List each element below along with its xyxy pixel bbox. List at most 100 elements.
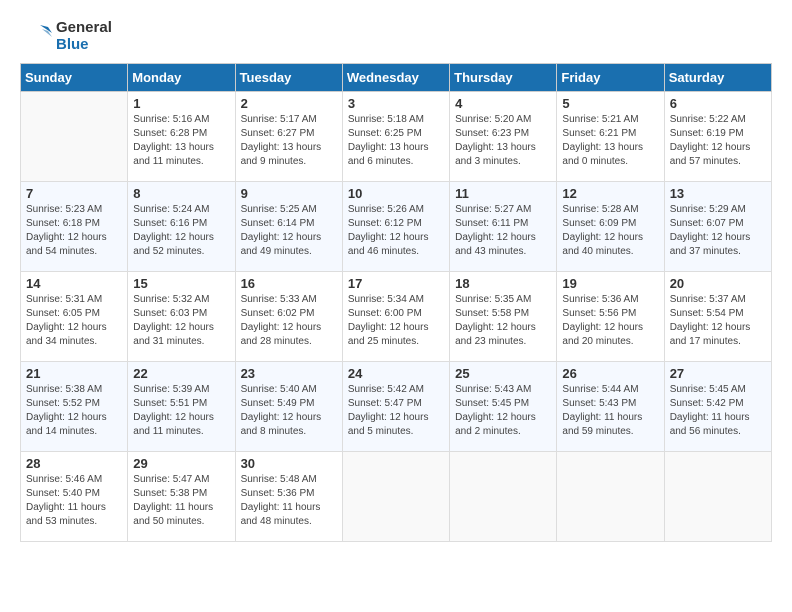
day-number: 9 — [241, 186, 337, 201]
day-info: Sunrise: 5:21 AM Sunset: 6:21 PM Dayligh… — [562, 113, 658, 169]
calendar-cell: 6Sunrise: 5:22 AM Sunset: 6:19 PM Daylig… — [664, 92, 771, 182]
day-number: 1 — [133, 96, 229, 111]
day-info: Sunrise: 5:45 AM Sunset: 5:42 PM Dayligh… — [670, 383, 766, 439]
calendar-cell — [557, 452, 664, 542]
calendar-cell: 2 Sunrise: 5:17 AM Sunset: 6:27 PM Daylig… — [235, 92, 342, 182]
logo-bird-icon — [20, 21, 52, 53]
day-info: Sunrise: 5:31 AM Sunset: 6:05 PM Dayligh… — [26, 293, 122, 349]
calendar-cell: 13 Sunrise: 5:29 AM Sunset: 6:07 PM Dayli… — [664, 182, 771, 272]
day-info: Sunrise: 5:20 AM Sunset: 6:23 PM Dayligh… — [455, 113, 551, 169]
calendar-cell: 8Sunrise: 5:24 AM Sunset: 6:16 PM Daylig… — [128, 182, 235, 272]
day-number: 14 — [26, 276, 122, 291]
day-number: 5 — [562, 96, 658, 111]
calendar-cell: 15 Sunrise: 5:32 AM Sunset: 6:03 PM Dayli… — [128, 272, 235, 362]
logo: General Blue — [20, 20, 112, 53]
day-number: 8 — [133, 186, 229, 201]
day-info: Sunrise: 5:42 AM Sunset: 5:47 PM Dayligh… — [348, 383, 444, 439]
calendar-cell: 17Sunrise: 5:34 AM Sunset: 6:00 PM Dayli… — [342, 272, 449, 362]
day-number: 19 — [562, 276, 658, 291]
day-info: Sunrise: 5:28 AM Sunset: 6:09 PM Dayligh… — [562, 203, 658, 259]
day-info: Sunrise: 5:40 AM Sunset: 5:49 PM Dayligh… — [241, 383, 337, 439]
day-info: Sunrise: 5:32 AM Sunset: 6:03 PM Dayligh… — [133, 293, 229, 349]
calendar-week-row: 1 Sunrise: 5:16 AM Sunset: 6:28 PM Daylig… — [21, 92, 772, 182]
day-number: 27 — [670, 366, 766, 381]
calendar-cell — [664, 452, 771, 542]
day-info: Sunrise: 5:26 AM Sunset: 6:12 PM Dayligh… — [348, 203, 444, 259]
calendar-week-row: 21 Sunrise: 5:38 AM Sunset: 5:52 PM Dayli… — [21, 362, 772, 452]
calendar-cell: 21 Sunrise: 5:38 AM Sunset: 5:52 PM Dayli… — [21, 362, 128, 452]
day-info: Sunrise: 5:46 AM Sunset: 5:40 PM Dayligh… — [26, 473, 122, 529]
day-info: Sunrise: 5:43 AM Sunset: 5:45 PM Dayligh… — [455, 383, 551, 439]
logo-text-general: General — [56, 20, 112, 37]
day-number: 13 — [670, 186, 766, 201]
calendar-cell: 20 Sunrise: 5:37 AM Sunset: 5:54 PM Dayli… — [664, 272, 771, 362]
header-sunday: Sunday — [21, 64, 128, 92]
calendar-cell: 30 Sunrise: 5:48 AM Sunset: 5:36 PM Dayli… — [235, 452, 342, 542]
calendar-week-row: 14 Sunrise: 5:31 AM Sunset: 6:05 PM Dayli… — [21, 272, 772, 362]
day-number: 30 — [241, 456, 337, 471]
day-number: 3 — [348, 96, 444, 111]
header-thursday: Thursday — [450, 64, 557, 92]
header-friday: Friday — [557, 64, 664, 92]
logo-container: General Blue — [20, 20, 112, 53]
calendar-week-row: 28 Sunrise: 5:46 AM Sunset: 5:40 PM Dayli… — [21, 452, 772, 542]
day-number: 20 — [670, 276, 766, 291]
calendar-cell — [342, 452, 449, 542]
day-info: Sunrise: 5:17 AM Sunset: 6:27 PM Dayligh… — [241, 113, 337, 169]
day-info: Sunrise: 5:18 AM Sunset: 6:25 PM Dayligh… — [348, 113, 444, 169]
day-number: 4 — [455, 96, 551, 111]
day-number: 7 — [26, 186, 122, 201]
header-monday: Monday — [128, 64, 235, 92]
calendar-cell: 18 Sunrise: 5:35 AM Sunset: 5:58 PM Dayli… — [450, 272, 557, 362]
calendar-cell: 11 Sunrise: 5:27 AM Sunset: 6:11 PM Dayli… — [450, 182, 557, 272]
header-tuesday: Tuesday — [235, 64, 342, 92]
logo-text-blue: Blue — [56, 37, 112, 54]
day-info: Sunrise: 5:48 AM Sunset: 5:36 PM Dayligh… — [241, 473, 337, 529]
day-number: 24 — [348, 366, 444, 381]
day-info: Sunrise: 5:35 AM Sunset: 5:58 PM Dayligh… — [455, 293, 551, 349]
calendar-cell: 16Sunrise: 5:33 AM Sunset: 6:02 PM Dayli… — [235, 272, 342, 362]
calendar-cell: 5 Sunrise: 5:21 AM Sunset: 6:21 PM Daylig… — [557, 92, 664, 182]
calendar-cell: 26Sunrise: 5:44 AM Sunset: 5:43 PM Dayli… — [557, 362, 664, 452]
calendar-cell: 25 Sunrise: 5:43 AM Sunset: 5:45 PM Dayli… — [450, 362, 557, 452]
calendar-cell: 24 Sunrise: 5:42 AM Sunset: 5:47 PM Dayli… — [342, 362, 449, 452]
day-info: Sunrise: 5:39 AM Sunset: 5:51 PM Dayligh… — [133, 383, 229, 439]
day-number: 12 — [562, 186, 658, 201]
day-number: 21 — [26, 366, 122, 381]
day-info: Sunrise: 5:47 AM Sunset: 5:38 PM Dayligh… — [133, 473, 229, 529]
calendar-cell: 23 Sunrise: 5:40 AM Sunset: 5:49 PM Dayli… — [235, 362, 342, 452]
page-header: General Blue — [20, 20, 772, 53]
calendar-cell: 4 Sunrise: 5:20 AM Sunset: 6:23 PM Daylig… — [450, 92, 557, 182]
day-info: Sunrise: 5:37 AM Sunset: 5:54 PM Dayligh… — [670, 293, 766, 349]
calendar-table: SundayMondayTuesdayWednesdayThursdayFrid… — [20, 63, 772, 542]
day-number: 23 — [241, 366, 337, 381]
calendar-cell: 28 Sunrise: 5:46 AM Sunset: 5:40 PM Dayli… — [21, 452, 128, 542]
day-number: 29 — [133, 456, 229, 471]
calendar-cell: 27 Sunrise: 5:45 AM Sunset: 5:42 PM Dayli… — [664, 362, 771, 452]
calendar-cell — [450, 452, 557, 542]
day-info: Sunrise: 5:38 AM Sunset: 5:52 PM Dayligh… — [26, 383, 122, 439]
calendar-cell: 14 Sunrise: 5:31 AM Sunset: 6:05 PM Dayli… — [21, 272, 128, 362]
calendar-cell: 7 Sunrise: 5:23 AM Sunset: 6:18 PM Daylig… — [21, 182, 128, 272]
day-number: 22 — [133, 366, 229, 381]
calendar-cell: 1 Sunrise: 5:16 AM Sunset: 6:28 PM Daylig… — [128, 92, 235, 182]
calendar-cell — [21, 92, 128, 182]
day-info: Sunrise: 5:36 AM Sunset: 5:56 PM Dayligh… — [562, 293, 658, 349]
calendar-cell: 9 Sunrise: 5:25 AM Sunset: 6:14 PM Daylig… — [235, 182, 342, 272]
day-info: Sunrise: 5:25 AM Sunset: 6:14 PM Dayligh… — [241, 203, 337, 259]
day-number: 16 — [241, 276, 337, 291]
day-info: Sunrise: 5:16 AM Sunset: 6:28 PM Dayligh… — [133, 113, 229, 169]
day-number: 28 — [26, 456, 122, 471]
calendar-cell: 29 Sunrise: 5:47 AM Sunset: 5:38 PM Dayli… — [128, 452, 235, 542]
day-number: 18 — [455, 276, 551, 291]
day-number: 11 — [455, 186, 551, 201]
day-number: 25 — [455, 366, 551, 381]
day-info: Sunrise: 5:29 AM Sunset: 6:07 PM Dayligh… — [670, 203, 766, 259]
day-number: 2 — [241, 96, 337, 111]
calendar-cell: 22 Sunrise: 5:39 AM Sunset: 5:51 PM Dayli… — [128, 362, 235, 452]
calendar-cell: 19 Sunrise: 5:36 AM Sunset: 5:56 PM Dayli… — [557, 272, 664, 362]
day-number: 15 — [133, 276, 229, 291]
calendar-week-row: 7 Sunrise: 5:23 AM Sunset: 6:18 PM Daylig… — [21, 182, 772, 272]
day-info: Sunrise: 5:23 AM Sunset: 6:18 PM Dayligh… — [26, 203, 122, 259]
day-info: Sunrise: 5:27 AM Sunset: 6:11 PM Dayligh… — [455, 203, 551, 259]
